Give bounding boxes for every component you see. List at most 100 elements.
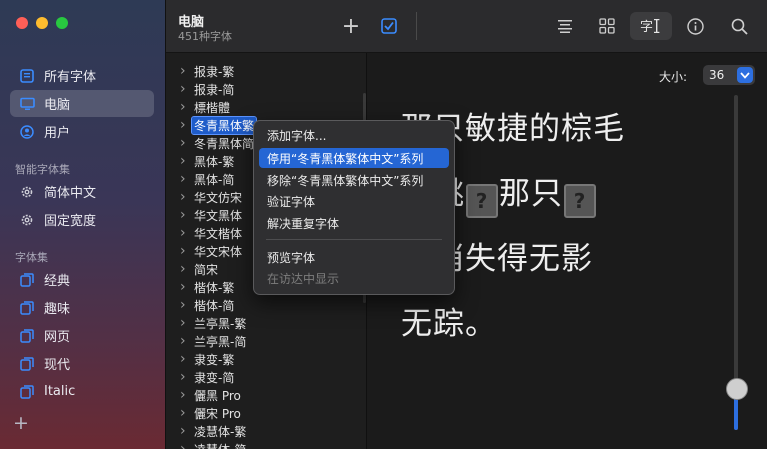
sidebar-item-simplified-chinese[interactable]: 简体中文 bbox=[10, 178, 154, 205]
font-family-name: 黑体-繁 bbox=[194, 154, 235, 169]
gear-icon bbox=[19, 184, 35, 200]
font-family-name: 凌慧体-简 bbox=[194, 441, 246, 449]
font-family-name: 兰亭黑-繁 bbox=[194, 316, 247, 331]
context-menu-item-label: 解决重复字体 bbox=[267, 216, 340, 231]
font-count: 451种字体 bbox=[178, 30, 232, 43]
font-family-name: 简宋 bbox=[194, 262, 219, 277]
sidebar-item-label: 电脑 bbox=[44, 98, 71, 113]
context-menu-item-label: 验证字体 bbox=[267, 194, 316, 209]
context-menu-item[interactable]: 预览字体 bbox=[259, 247, 449, 267]
chevron-right-icon[interactable]: › bbox=[180, 153, 194, 169]
font-list-row[interactable]: › 儷宋 Pro bbox=[166, 404, 366, 422]
sidebar-item-classic[interactable]: 经典 bbox=[10, 266, 154, 293]
font-family-name: 冬青黑体简 bbox=[194, 136, 255, 151]
collection-icon bbox=[19, 328, 35, 344]
chevron-right-icon[interactable]: › bbox=[180, 351, 194, 367]
chevron-right-icon[interactable]: › bbox=[180, 81, 194, 97]
chevron-right-icon[interactable]: › bbox=[180, 387, 194, 403]
font-family-name: 报隶-简 bbox=[194, 82, 235, 97]
minimize-window-button[interactable] bbox=[36, 17, 48, 29]
context-menu-item[interactable]: 解决重复字体 bbox=[259, 213, 449, 233]
context-menu-item[interactable]: 停用“冬青黑体繁体中文”系列 bbox=[259, 148, 449, 168]
font-list-row[interactable]: › 兰亭黑-繁 bbox=[166, 314, 366, 332]
computer-icon bbox=[19, 96, 35, 112]
enable-font-button[interactable] bbox=[378, 12, 400, 40]
menu-separator bbox=[266, 239, 442, 240]
context-menu-item[interactable]: 添加字体... bbox=[259, 125, 449, 145]
chevron-right-icon[interactable]: › bbox=[180, 297, 194, 313]
chevron-right-icon[interactable]: › bbox=[180, 261, 194, 277]
user-icon bbox=[19, 124, 35, 140]
font-list-row[interactable]: › 楷体-简 bbox=[166, 296, 366, 314]
collection-icon bbox=[19, 384, 35, 400]
chevron-right-icon[interactable]: › bbox=[180, 405, 194, 421]
chevron-right-icon[interactable]: › bbox=[180, 369, 194, 385]
chevron-right-icon[interactable]: › bbox=[180, 189, 194, 205]
font-preview-button[interactable]: 字 bbox=[630, 12, 672, 40]
zoom-window-button[interactable] bbox=[56, 17, 68, 29]
add-font-button[interactable]: + bbox=[340, 12, 362, 40]
chevron-right-icon[interactable]: › bbox=[180, 441, 194, 449]
context-menu: 添加字体... 停用“冬青黑体繁体中文”系列 移除“冬青黑体繁体中文”系列验证字体解… bbox=[253, 120, 455, 295]
context-menu-item[interactable]: 验证字体 bbox=[259, 191, 449, 211]
grid-view-button[interactable] bbox=[596, 12, 618, 40]
font-list-row[interactable]: ›凌慧体-简 bbox=[166, 440, 366, 449]
font-family-name: 华文黑体 bbox=[194, 208, 243, 223]
font-list-row[interactable]: › 儷黑 Pro bbox=[166, 386, 366, 404]
close-window-button[interactable] bbox=[16, 17, 28, 29]
size-slider-knob[interactable] bbox=[726, 378, 748, 400]
sidebar-item-web[interactable]: 网页 bbox=[10, 322, 154, 349]
chevron-right-icon[interactable]: › bbox=[180, 99, 194, 115]
sidebar-item-label: 趣味 bbox=[44, 302, 71, 317]
info-icon bbox=[686, 17, 704, 35]
sidebar-item-all-fonts[interactable]: 所有字体 bbox=[10, 62, 154, 89]
chevron-right-icon[interactable]: › bbox=[180, 225, 194, 241]
add-collection-button[interactable]: + bbox=[13, 414, 29, 433]
sidebar-item-label: 用户 bbox=[44, 126, 71, 141]
grid-icon bbox=[599, 18, 615, 34]
sample-view-button[interactable] bbox=[554, 12, 576, 40]
chevron-down-icon[interactable] bbox=[737, 67, 753, 83]
chevron-right-icon[interactable]: › bbox=[180, 279, 194, 295]
font-list-row[interactable]: › 报隶-简 bbox=[166, 80, 366, 98]
font-list-row[interactable]: › 凌慧体-繁 bbox=[166, 422, 366, 440]
sidebar-item-modern[interactable]: 现代 bbox=[10, 350, 154, 377]
sidebar-item-label: 简体中文 bbox=[44, 186, 97, 201]
sidebar-item-label: 经典 bbox=[44, 274, 71, 289]
sidebar-item-label: 现代 bbox=[44, 358, 71, 373]
font-family-name: 隶变-繁 bbox=[194, 352, 235, 367]
sidebar-item-fixed-width[interactable]: 固定宽度 bbox=[10, 206, 154, 233]
checkbox-icon bbox=[381, 18, 397, 34]
svg-text:字: 字 bbox=[640, 20, 653, 34]
font-list-row[interactable]: › 隶变-繁 bbox=[166, 350, 366, 368]
chevron-right-icon[interactable]: › bbox=[180, 243, 194, 259]
chevron-right-icon[interactable]: › bbox=[180, 423, 194, 439]
chevron-right-icon[interactable]: › bbox=[180, 135, 194, 151]
font-list-row[interactable]: › 標楷體 bbox=[166, 98, 366, 116]
context-menu-item-label: 添加字体... bbox=[267, 128, 327, 143]
chevron-right-icon[interactable]: › bbox=[180, 63, 194, 79]
font-list-row[interactable]: › 报隶-繁 bbox=[166, 62, 366, 80]
sidebar-item-computer[interactable]: 电脑 bbox=[10, 90, 154, 117]
font-list-row[interactable]: › 隶变-简 bbox=[166, 368, 366, 386]
font-family-name: 冬青黑体繁 bbox=[190, 115, 258, 135]
sidebar-item-label: 固定宽度 bbox=[44, 214, 97, 229]
info-button[interactable] bbox=[684, 12, 706, 40]
chevron-right-icon[interactable]: › bbox=[180, 333, 194, 349]
sidebar-item-user[interactable]: 用户 bbox=[10, 118, 154, 145]
toolbar: 电脑 451种字体 + 字 bbox=[166, 0, 767, 53]
chevron-right-icon[interactable]: › bbox=[180, 171, 194, 187]
chevron-right-icon[interactable]: › bbox=[180, 207, 194, 223]
search-button[interactable] bbox=[728, 12, 750, 40]
sidebar-item-italic[interactable]: Italic bbox=[10, 378, 154, 405]
context-menu-item[interactable]: 移除“冬青黑体繁体中文”系列 bbox=[259, 170, 449, 190]
sidebar-item-fun[interactable]: 趣味 bbox=[10, 294, 154, 321]
font-book-window: 所有字体 电脑 用户 智能字体集 简体中文 固定宽度 字体集 经典 趣味 网页 … bbox=[0, 0, 767, 449]
toolbar-divider bbox=[416, 12, 417, 40]
missing-glyph-icon: ? bbox=[466, 184, 498, 218]
size-combobox[interactable]: 36 bbox=[703, 65, 755, 85]
context-menu-item-label: 预览字体 bbox=[267, 250, 316, 265]
font-family-name: 隶变-简 bbox=[194, 370, 235, 385]
chevron-right-icon[interactable]: › bbox=[180, 315, 194, 331]
font-list-row[interactable]: › 兰亭黑-简 bbox=[166, 332, 366, 350]
